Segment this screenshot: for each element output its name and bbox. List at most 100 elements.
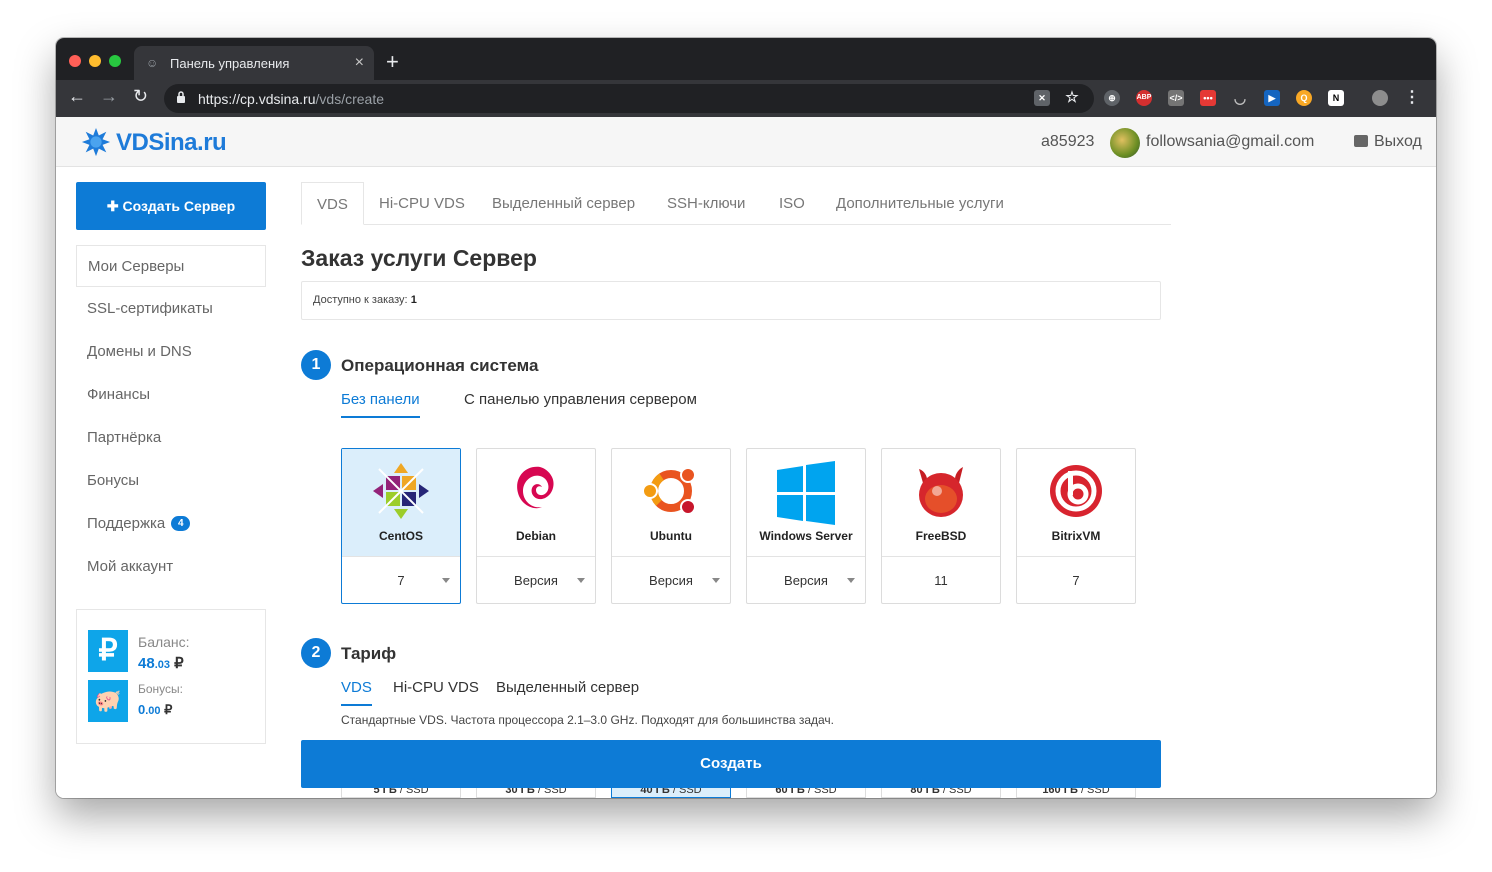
step-1-title: Операционная система [341, 356, 539, 375]
os-card-freebsd[interactable]: FreeBSD 11 [881, 448, 1001, 604]
tarif-description: Стандартные VDS. Частота процессора 2.1–… [341, 713, 835, 727]
tab-hi-cpu-vds[interactable]: Hi-CPU VDS [379, 182, 465, 225]
chevron-down-icon [712, 578, 720, 583]
close-tab-icon[interactable]: × [355, 54, 364, 72]
chevron-down-icon [442, 578, 450, 583]
balance-panel: ₽ Баланс: 48.03 ₽ 🐖 Бонусы: 0.00 ₽ [76, 609, 266, 744]
avatar[interactable] [1110, 128, 1140, 158]
user-email[interactable]: followsania@gmail.com [1146, 133, 1314, 151]
pocket-icon[interactable]: ◡ [1232, 90, 1248, 106]
back-icon[interactable]: ← [68, 86, 86, 107]
os-card-debian[interactable]: Debian Версия [476, 448, 596, 604]
tab-extra-services[interactable]: Дополнительные услуги [836, 182, 1004, 225]
lock-icon [177, 91, 185, 103]
sidebar-item-partner[interactable]: Партнёрка [76, 417, 266, 459]
sidebar-item-ssl[interactable]: SSL-сертификаты [76, 288, 266, 330]
tab-ssh-keys[interactable]: SSH-ключи [667, 182, 745, 225]
subtab-no-panel[interactable]: Без панели [341, 391, 420, 418]
menu-icon[interactable]: ⋮ [1404, 90, 1420, 106]
tab-iso[interactable]: ISO [779, 182, 805, 225]
plan-card[interactable]: 160 ГБ / SSD [1016, 788, 1136, 798]
tab-dedicated[interactable]: Выделенный сервер [492, 182, 635, 225]
sidebar-item-support[interactable]: Поддержка 4 [76, 503, 266, 545]
subtab-tarif-dedicated[interactable]: Выделенный сервер [496, 679, 639, 696]
sidebar-item-my-servers[interactable]: Мои Серверы [76, 245, 266, 287]
os-name: Ubuntu [650, 529, 692, 543]
plan-card[interactable]: 40 ГБ / SSD [611, 788, 731, 798]
os-card-bitrixvm[interactable]: BitrixVM 7 [1016, 448, 1136, 604]
create-order-button[interactable]: Создать [301, 740, 1161, 788]
available-notice: Доступно к заказу: 1 [301, 281, 1161, 320]
favicon-icon: ☺ [146, 56, 159, 70]
tab-bar: ☺ Панель управления × + [56, 38, 1436, 80]
os-card-windows[interactable]: Windows Server Версия [746, 448, 866, 604]
forward-icon[interactable]: → [100, 86, 118, 107]
subtab-with-panel[interactable]: С панелью управления сервером [464, 391, 697, 408]
plan-card[interactable]: 30 ГБ / SSD [476, 788, 596, 798]
tab-title: Панель управления [170, 56, 290, 71]
browser-tab[interactable]: ☺ Панель управления × [134, 46, 374, 80]
sidebar-item-domains[interactable]: Домены и DNS [76, 331, 266, 373]
subtab-tarif-hi-cpu[interactable]: Hi-CPU VDS [393, 679, 479, 696]
bonus-label: Бонусы: [138, 682, 183, 696]
step-2-badge: 2 [301, 638, 331, 668]
page: VDSina.ru a85923 followsania@gmail.com В… [56, 117, 1436, 798]
os-name: CentOS [378, 529, 423, 543]
zoom-window-button[interactable] [109, 55, 121, 67]
os-card-top: CentOS [342, 449, 460, 557]
ubuntu-icon [642, 467, 696, 515]
user-id: a85923 [1041, 133, 1095, 150]
sidebar-item-account[interactable]: Мой аккаунт [76, 546, 266, 588]
tab-vds[interactable]: VDS [301, 182, 364, 225]
windows-icon [777, 461, 835, 525]
browser-window: ☺ Панель управления × + ← → ↻ https://cp… [56, 38, 1436, 798]
star-icon[interactable]: ☆ [1064, 90, 1080, 106]
profile-icon[interactable] [1372, 90, 1388, 106]
subtab-tarif-vds[interactable]: VDS [341, 679, 372, 706]
plan-card[interactable]: 5 ГБ / SSD [341, 788, 461, 798]
balance-value: 48.03 ₽ [138, 655, 184, 672]
step-2-title: Тариф [341, 644, 397, 663]
service-tabs: VDS Hi-CPU VDS Выделенный сервер SSH-клю… [301, 182, 1171, 225]
os-card-top: Windows Server [747, 449, 865, 557]
lock-icon [1354, 135, 1368, 147]
plan-card[interactable]: 80 ГБ / SSD [881, 788, 1001, 798]
support-badge: 4 [171, 516, 191, 531]
debian-icon [517, 466, 554, 509]
globe-icon[interactable]: ⊕ [1104, 90, 1120, 106]
freebsd-icon [919, 467, 963, 517]
ellipsis-ext-icon[interactable]: ••• [1200, 90, 1216, 106]
os-card-top: Ubuntu [612, 449, 730, 557]
reload-icon[interactable]: ↻ [133, 86, 148, 107]
notion-icon[interactable]: N [1328, 90, 1344, 106]
page-title: Заказ услуги Сервер [301, 245, 537, 271]
plan-card[interactable]: 60 ГБ / SSD [746, 788, 866, 798]
logo-icon[interactable] [80, 127, 112, 157]
os-card-top: BitrixVM [1017, 449, 1135, 557]
chevron-down-icon [847, 578, 855, 583]
cast-icon[interactable]: ▶ [1264, 90, 1280, 106]
os-name: BitrixVM [1051, 529, 1101, 543]
os-version: 11 [934, 573, 948, 588]
logout-link[interactable]: Выход [1354, 133, 1422, 151]
ruble-icon: ₽ [88, 630, 128, 672]
os-card-centos[interactable]: CentOS 7 [341, 448, 461, 604]
close-window-button[interactable] [69, 55, 81, 67]
create-server-button[interactable]: ✚ Создать Сервер [76, 182, 266, 230]
new-tab-button[interactable]: + [386, 49, 399, 75]
logo-text[interactable]: VDSina.ru [116, 129, 227, 157]
code-icon[interactable]: </> [1168, 90, 1184, 106]
os-card-ubuntu[interactable]: Ubuntu Версия [611, 448, 731, 604]
plus-icon: ✚ [106, 198, 123, 214]
os-name: FreeBSD [915, 529, 967, 543]
search-ext-icon[interactable]: Q [1296, 90, 1312, 106]
piggy-bank-icon: 🐖 [88, 680, 128, 722]
browser-toolbar: ← → ↻ https://cp.vdsina.ru/vds/create ✕ … [56, 80, 1436, 117]
step-1-badge: 1 [301, 350, 331, 380]
adblock-icon[interactable]: ABP [1136, 90, 1152, 106]
sidebar-item-finance[interactable]: Финансы [76, 374, 266, 416]
minimize-window-button[interactable] [89, 55, 101, 67]
translate-icon[interactable]: ✕ [1034, 90, 1050, 106]
sidebar-item-bonuses[interactable]: Бонусы [76, 460, 266, 502]
address-bar[interactable]: https://cp.vdsina.ru/vds/create [164, 84, 1094, 113]
